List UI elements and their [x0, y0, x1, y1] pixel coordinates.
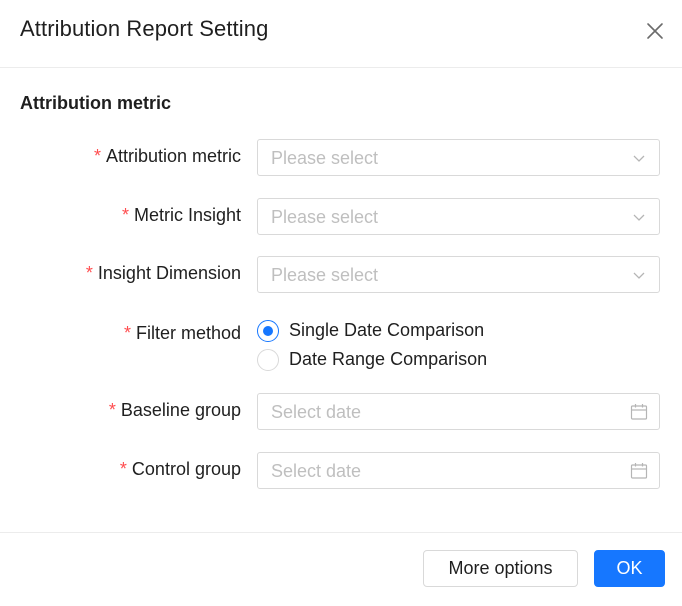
control-group-row: * Control group Select date [0, 452, 682, 490]
radio-label: Single Date Comparison [289, 320, 485, 340]
control-group-placeholder: Select date [271, 461, 362, 481]
baseline-group-date-picker[interactable]: Select date [257, 393, 660, 430]
chevron-down-icon [631, 267, 647, 283]
dialog-title: Attribution Report Setting [20, 16, 269, 41]
filter-method-label: * Filter method [123, 323, 241, 343]
metric-insight-row: * Metric Insight Please select [0, 198, 682, 236]
required-mark: * [119, 459, 127, 479]
attribution-metric-row: * Attribution metric Please select [0, 139, 682, 177]
metric-insight-placeholder: Please select [271, 207, 379, 227]
dialog-header: Attribution Report Setting [0, 0, 682, 68]
chevron-down-icon [631, 209, 647, 225]
calendar-icon [630, 403, 648, 421]
attribution-metric-placeholder: Please select [271, 148, 379, 168]
baseline-group-label: * Baseline group [108, 400, 241, 420]
required-mark: * [93, 146, 101, 166]
radio-label: Date Range Comparison [289, 349, 488, 369]
control-group-date-picker[interactable]: Select date [257, 452, 660, 489]
insight-dimension-label: * Insight Dimension [85, 263, 241, 283]
section-title: Attribution metric [20, 93, 171, 113]
attribution-report-dialog: Attribution Report Setting Attribution m… [0, 0, 682, 606]
insight-dimension-select[interactable]: Please select [257, 256, 660, 293]
calendar-icon [630, 462, 648, 480]
attribution-metric-select[interactable]: Please select [257, 139, 660, 176]
metric-insight-label: * Metric Insight [121, 205, 241, 225]
close-icon[interactable] [642, 18, 668, 44]
required-mark: * [85, 263, 93, 283]
attribution-metric-label: * Attribution metric [93, 146, 241, 166]
chevron-down-icon [631, 150, 647, 166]
required-mark: * [123, 323, 131, 343]
more-options-button[interactable]: More options [423, 550, 578, 587]
baseline-group-placeholder: Select date [271, 402, 362, 422]
metric-insight-select[interactable]: Please select [257, 198, 660, 235]
insight-dimension-row: * Insight Dimension Please select [0, 256, 682, 294]
dialog-footer: More options OK [0, 532, 682, 606]
radio-unchecked-icon [257, 349, 279, 371]
required-mark: * [108, 400, 116, 420]
ok-button[interactable]: OK [594, 550, 665, 587]
radio-checked-icon [257, 320, 279, 342]
insight-dimension-placeholder: Please select [271, 265, 379, 285]
control-group-label: * Control group [119, 459, 241, 479]
required-mark: * [121, 205, 129, 225]
baseline-group-row: * Baseline group Select date [0, 393, 682, 431]
